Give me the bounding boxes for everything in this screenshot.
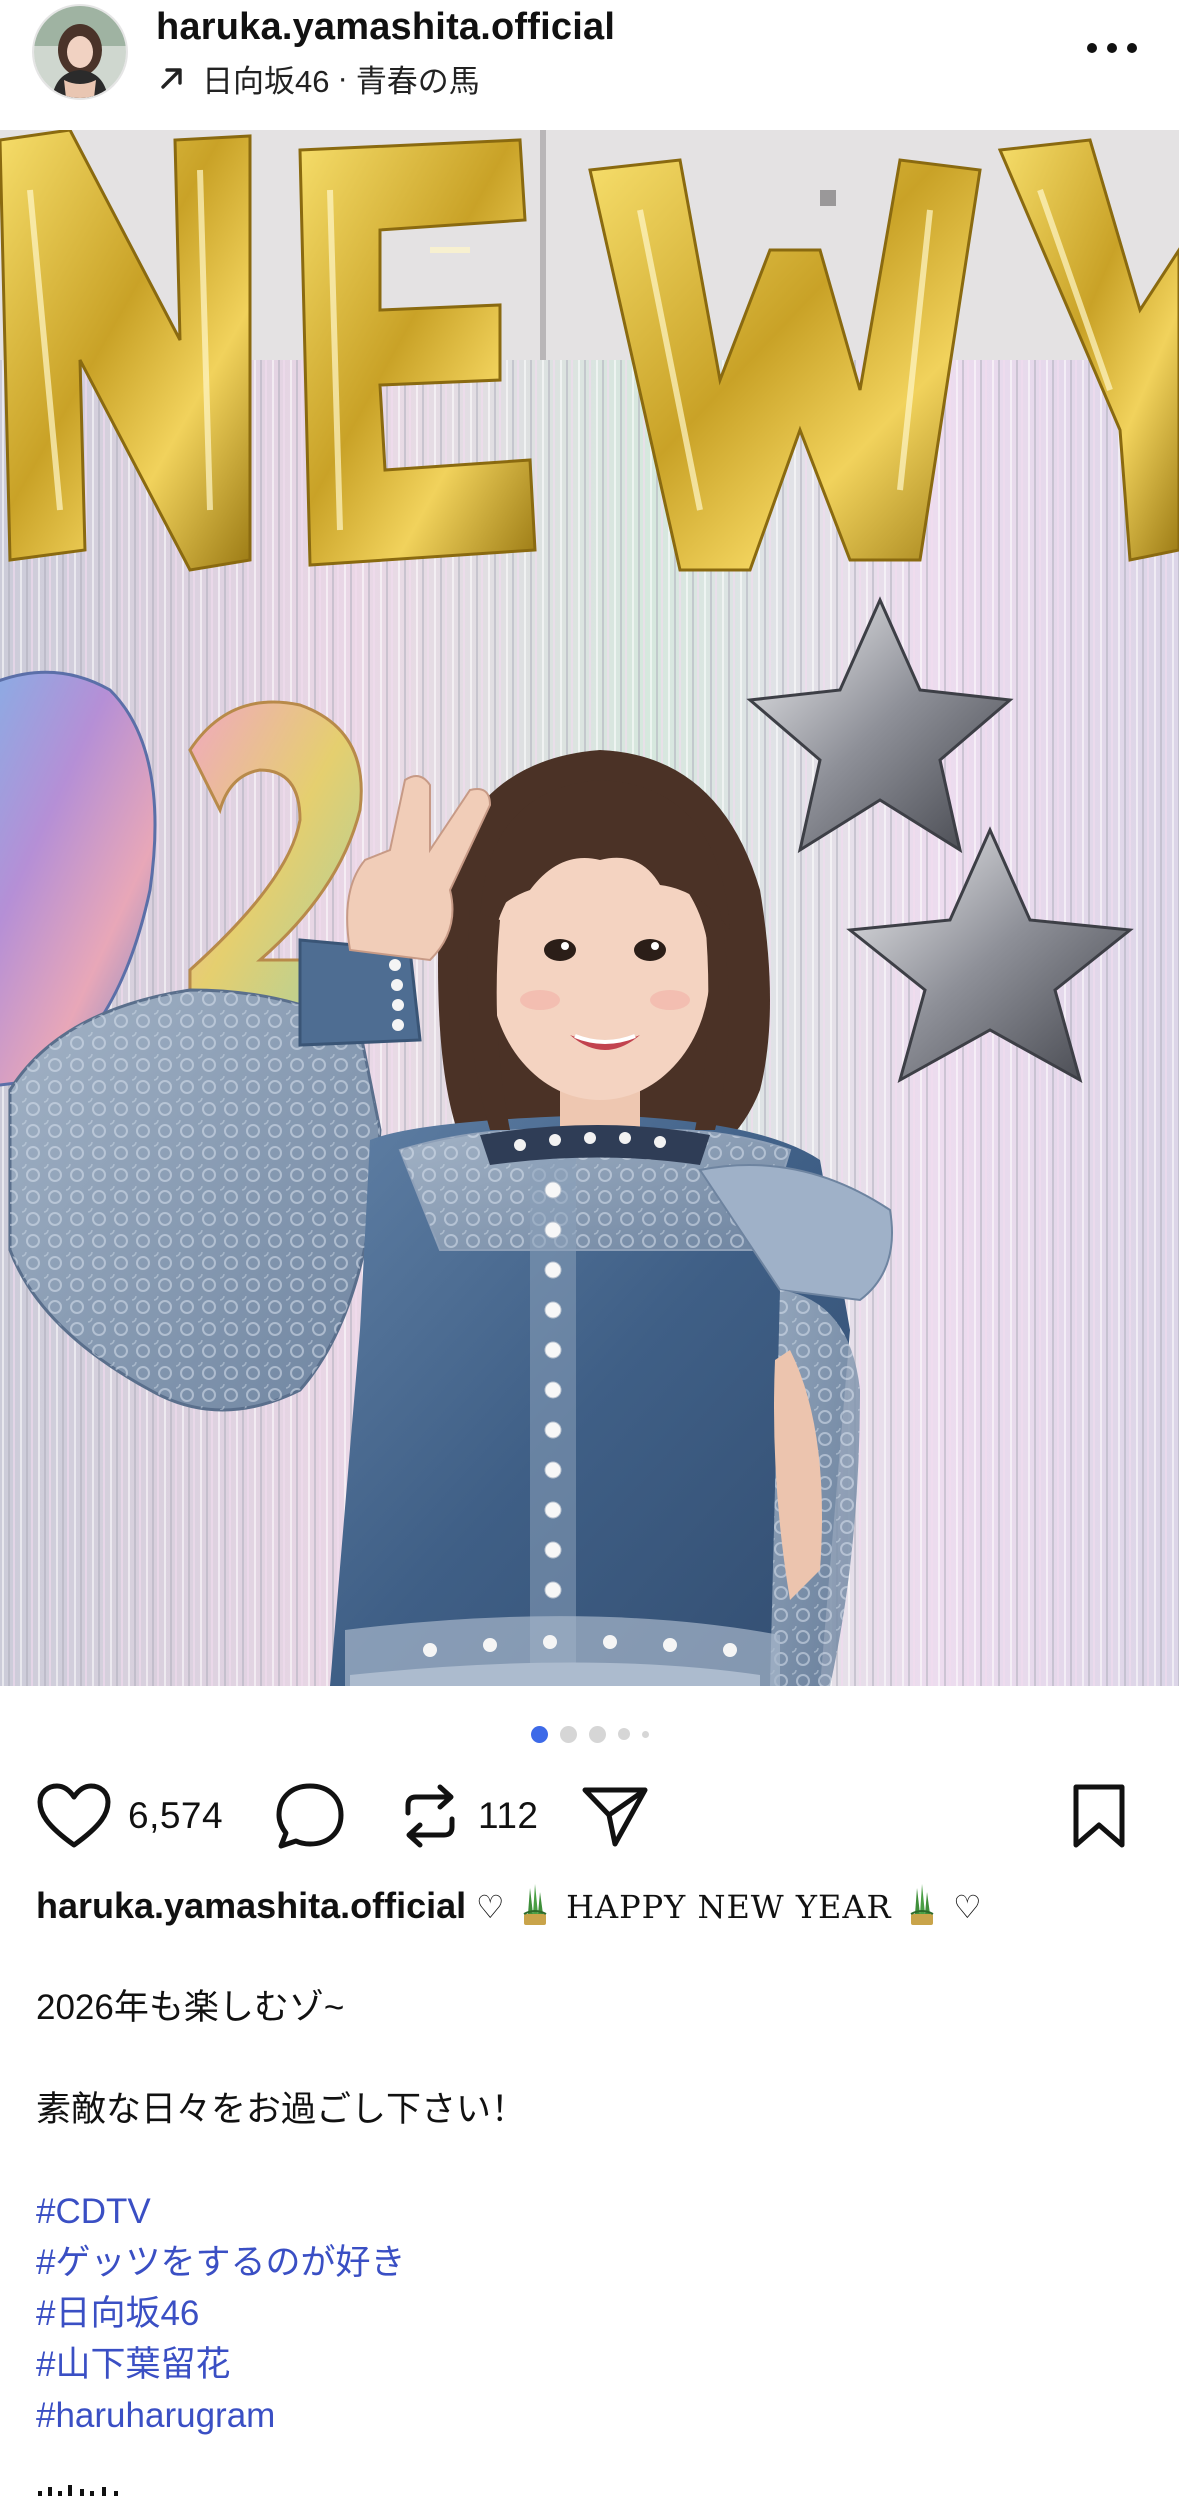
carousel-dot-active [530,1725,548,1743]
clipped-text-fragment [38,2485,118,2496]
share-button[interactable] [580,1780,650,1852]
save-button[interactable] [1070,1780,1128,1852]
send-icon [582,1787,648,1847]
bookmark-icon [1073,1784,1125,1848]
kadomatsu-icon [523,1884,547,1925]
clipped-caption-continuation [36,2470,128,2496]
more-options-button[interactable] [1080,24,1144,72]
arrow-up-right-icon [161,68,182,89]
repost-button[interactable]: 112 [398,1780,539,1852]
hashtag-link[interactable]: #CDTV [36,2186,1146,2237]
subline-separator: · [337,60,348,95]
hashtag-link[interactable]: #日向坂46 [36,2288,1146,2339]
caption-line: 2026年も楽しむゾ~ [36,1988,345,2027]
caption-headline: HAPPY NEW YEAR [566,1888,892,1926]
hashtag-link[interactable]: #山下葉留花 [36,2339,1146,2390]
music-artist: 日向坂46 [202,63,330,99]
carousel-dot [559,1725,577,1743]
comment-button[interactable] [274,1780,346,1852]
carousel-dot [617,1728,630,1740]
carousel-dot [641,1730,649,1738]
carousel-dot [588,1725,606,1743]
caption-first-line: haruka.yamashita.official ♡ HAPPY NEW YE… [36,1880,1146,1931]
post-action-bar: 6,574 112 [0,1780,1179,1852]
post-caption: haruka.yamashita.official ♡ HAPPY NEW YE… [36,1880,1146,2441]
hashtag-link[interactable]: #haruharugram [36,2390,1146,2441]
hashtag-link[interactable]: #ゲッツをするのが好き [36,2237,1146,2288]
post-author-username[interactable]: haruka.yamashita.official [156,6,615,49]
carousel-indicator [0,1722,1179,1746]
music-title: 青春の馬 [355,63,480,99]
like-button[interactable]: 6,574 [36,1780,223,1852]
caption-line: 素敵な日々をお過ごし下さい！ [36,2090,527,2129]
avatar[interactable] [32,4,128,100]
kadomatsu-icon [910,1884,934,1925]
post-header: haruka.yamashita.official 日向坂46 · 青春の馬 [0,0,1179,128]
comment-bubble-icon [276,1783,344,1849]
heart-icon [37,1783,111,1848]
more-horizontal-icon [1087,43,1137,53]
post-subline[interactable]: 日向坂46 · 青春の馬 [156,56,480,100]
like-count: 6,574 [128,1795,224,1836]
photo-scene [0,130,1179,1686]
heart-glyph: ♡ [953,1888,982,1926]
heart-glyph: ♡ [475,1888,505,1926]
repost-count: 112 [478,1795,539,1836]
post-photo[interactable] [0,130,1179,1686]
repost-icon [405,1784,455,1848]
caption-author[interactable]: haruka.yamashita.official [36,1885,466,1926]
